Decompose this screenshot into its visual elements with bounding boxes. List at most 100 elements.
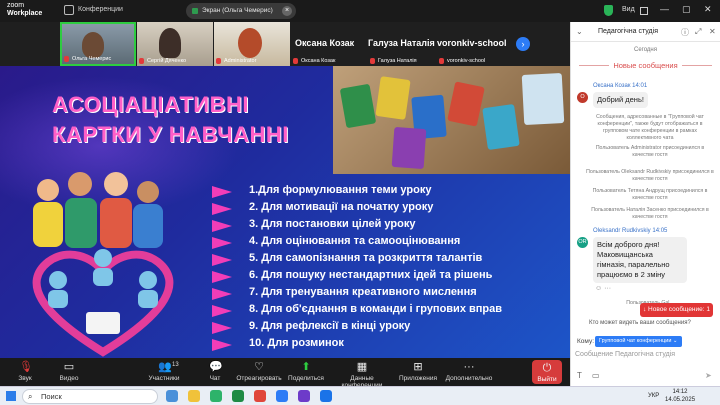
card-image <box>447 81 485 127</box>
person-body <box>133 204 163 248</box>
leave-button[interactable]: ⏻ Выйти <box>532 360 562 384</box>
shared-screen-slide: АСОЦІАЦІАТИВНІ КАРТКИ У НАВЧАННІ 1.Для ф… <box>0 66 570 358</box>
zoom-window: zoom Workplace Конференции Экран (Ольга … <box>0 0 720 405</box>
maximize-button[interactable]: ▢ <box>682 4 691 15</box>
excel-icon[interactable] <box>232 390 244 402</box>
pink-arrow-icon <box>212 322 232 334</box>
system-message: Пользователь Наталія Засенко присоединил… <box>591 207 709 220</box>
chevron-down-icon[interactable]: ⌄ <box>576 27 583 36</box>
recipient-select[interactable]: Групповой чат конференции ⌄ <box>595 336 682 347</box>
pink-arrow-icon <box>212 305 232 317</box>
participant-video <box>159 28 181 58</box>
participant-name: Ольга Чемерис <box>72 56 112 62</box>
camera-icon: ▭ <box>63 361 75 373</box>
close-button[interactable]: ✕ <box>704 4 712 15</box>
edge-icon[interactable] <box>320 390 332 402</box>
participant-tile[interactable]: Галуза Наталія Галуза Наталія <box>368 22 444 66</box>
share-button[interactable]: ⬆ Поделиться <box>286 358 326 386</box>
text-format-icon[interactable]: T <box>577 371 582 380</box>
figure-icon <box>139 271 157 289</box>
new-messages-divider: Новые сообщения <box>571 61 720 70</box>
muted-mic-icon: 🎙 <box>19 361 33 373</box>
participant-tile[interactable]: voronkiv-school voronkiv-school <box>437 22 513 66</box>
to-label: Кому: <box>577 338 594 345</box>
chat-header: ⌄ Педагогічна студія ⓘ ⤢ ✕ <box>571 22 720 42</box>
app-icon[interactable] <box>298 390 310 402</box>
message-input[interactable]: Сообщение Педагогічна студія <box>575 351 717 358</box>
popout-icon[interactable]: ⤢ <box>695 27 701 37</box>
new-message-badge[interactable]: ↓ Новое сообщение: 1 <box>640 303 713 317</box>
reaction-icon[interactable]: ☺ ··· <box>595 285 611 292</box>
participant-tile[interactable]: Сергій Дяченко <box>137 22 213 66</box>
close-icon[interactable]: ✕ <box>709 27 716 36</box>
next-participants-button[interactable]: › <box>516 37 530 51</box>
more-icon: ··· <box>463 361 475 373</box>
minimize-button[interactable]: — <box>660 4 669 14</box>
system-message: Пользователь Administrator присоединился… <box>595 145 705 158</box>
language-indicator[interactable]: УКР <box>648 393 659 399</box>
muted-mic-icon <box>439 58 444 64</box>
participant-tile[interactable]: Administrator <box>214 22 290 66</box>
muted-mic-icon <box>370 58 375 64</box>
video-button[interactable]: ▭ Видео <box>52 358 86 386</box>
taskview-icon[interactable] <box>166 390 178 402</box>
app-icon[interactable] <box>210 390 222 402</box>
view-grid-icon[interactable] <box>640 7 648 15</box>
leave-icon: ⏻ <box>542 362 552 374</box>
figure-icon <box>49 271 67 289</box>
security-shield-icon[interactable] <box>604 5 613 16</box>
chat-title: Педагогічна студія <box>598 28 658 35</box>
participant-video <box>82 32 104 58</box>
message-bubble: Всім доброго дня! Маковищанська гімназія… <box>593 237 687 283</box>
pink-arrow-icon <box>212 186 232 198</box>
react-button[interactable]: ♡ Отреагировать <box>236 358 282 386</box>
zoom-icon[interactable] <box>276 390 288 402</box>
chrome-icon[interactable] <box>254 390 266 402</box>
pink-arrow-icon <box>212 271 232 283</box>
windows-taskbar: ⌕ Поиск УКР 14:12 14.05.2025 <box>0 386 720 405</box>
card-image <box>391 126 427 170</box>
explorer-icon[interactable] <box>188 390 200 402</box>
screen-share-indicator[interactable]: Экран (Ольга Чемерис) × <box>186 3 296 19</box>
view-menu[interactable]: Вид <box>622 6 635 13</box>
avatar: OR <box>577 237 588 248</box>
chat-button[interactable]: 💬 Чат <box>200 358 230 386</box>
close-share-icon[interactable]: × <box>282 6 292 16</box>
send-icon[interactable]: ➤ <box>705 371 712 380</box>
file-icon[interactable]: ▭ <box>592 371 600 380</box>
participant-name: Сергій Дяченко <box>147 58 187 64</box>
participant-name: Administrator <box>224 58 257 64</box>
participant-name: voronkiv-school <box>447 58 486 64</box>
participant-tile[interactable]: Оксана Козак Оксана Козак <box>291 22 367 66</box>
meeting-info-button[interactable]: ▦Данные конференции <box>330 358 394 389</box>
conference-menu[interactable]: Конференции <box>78 6 123 13</box>
taskbar-search[interactable]: ⌕ Поиск <box>22 389 158 404</box>
message-sender: Oleksandr Rudkivskiy 14:05 <box>593 228 668 234</box>
clock[interactable]: 14:12 14.05.2025 <box>665 388 695 404</box>
conference-icon[interactable] <box>64 5 74 15</box>
muted-mic-icon <box>139 58 144 64</box>
card-image <box>375 76 411 120</box>
participants-icon: 👥 <box>158 361 172 373</box>
participant-tile[interactable]: Ольга Чемерис <box>60 22 136 66</box>
info-icon[interactable]: ⓘ <box>681 27 689 38</box>
heart-react-icon: ♡ <box>254 361 264 373</box>
who-can-see-link[interactable]: Кто может видеть ваши сообщения? <box>589 320 691 326</box>
composer-tools: T ▭ <box>577 371 600 380</box>
apps-button[interactable]: ⊞ Приложения <box>396 358 440 386</box>
meeting-toolbar: 🎙 Звук ▭ Видео 👥 Участники 13 💬 Чат ♡ Отреаги… <box>0 358 570 389</box>
participants-count: 13 <box>172 362 179 368</box>
info-icon: ▦ <box>356 361 368 373</box>
participants-button[interactable]: 👥 Участники <box>142 358 186 386</box>
audio-button[interactable]: 🎙 Звук <box>10 358 40 386</box>
system-message: Пользователь Тетяна Андрущ присоединился… <box>592 188 708 201</box>
participant-name: Галуза Наталія <box>378 58 417 64</box>
participant-big-name: voronkiv-school <box>437 38 507 48</box>
more-button[interactable]: ··· Дополнительно <box>442 358 496 386</box>
participant-video <box>238 28 262 58</box>
windows-start-icon[interactable] <box>6 391 16 401</box>
person-head <box>68 172 92 196</box>
message-bubble: Добрий день! <box>593 92 648 108</box>
participants-strip: Ольга Чемерис Сергій Дяченко Administrat… <box>0 22 570 66</box>
muted-mic-icon <box>64 56 69 62</box>
